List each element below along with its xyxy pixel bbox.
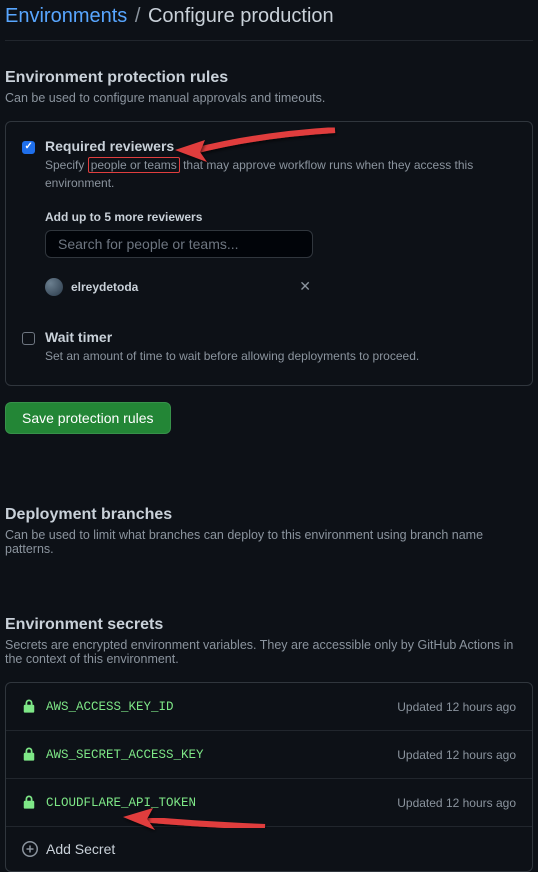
breadcrumb-current: Configure production — [148, 5, 334, 27]
wait-timer-checkbox[interactable] — [22, 332, 35, 345]
secrets-list: AWS_ACCESS_KEY_ID Updated 12 hours ago A… — [5, 682, 533, 872]
wait-timer-row: Wait timer Set an amount of time to wait… — [22, 329, 516, 365]
secret-name: CLOUDFLARE_API_TOKEN — [46, 796, 196, 810]
secret-name: AWS_ACCESS_KEY_ID — [46, 700, 174, 714]
reviewer-username: elreydetoda — [71, 280, 138, 294]
add-reviewers-hint: Add up to 5 more reviewers — [45, 210, 516, 224]
people-or-teams-highlight: people or teams — [88, 157, 180, 173]
remove-reviewer-icon[interactable]: ✕ — [297, 276, 313, 297]
avatar — [45, 278, 63, 296]
plus-circle-icon — [22, 841, 38, 857]
environment-secrets-subtitle: Secrets are encrypted environment variab… — [5, 638, 533, 666]
deployment-branches-title: Deployment branches — [5, 506, 533, 524]
secret-updated: Updated 12 hours ago — [397, 700, 516, 714]
required-reviewers-label: Required reviewers — [45, 138, 516, 154]
environment-secrets-title: Environment secrets — [5, 616, 533, 634]
lock-icon — [22, 699, 36, 714]
required-reviewers-desc: Specify people or teams that may approve… — [45, 156, 516, 192]
secret-updated: Updated 12 hours ago — [397, 748, 516, 762]
required-reviewers-row: Required reviewers Specify people or tea… — [22, 138, 516, 192]
protection-rules-box: Required reviewers Specify people or tea… — [5, 121, 533, 386]
reviewer-search-input[interactable] — [45, 230, 313, 258]
lock-icon — [22, 795, 36, 810]
secret-row: AWS_SECRET_ACCESS_KEY Updated 12 hours a… — [6, 731, 532, 779]
secret-name: AWS_SECRET_ACCESS_KEY — [46, 748, 204, 762]
wait-timer-label: Wait timer — [45, 329, 419, 345]
save-protection-rules-button[interactable]: Save protection rules — [5, 402, 171, 434]
reviewers-config: Add up to 5 more reviewers elreydetoda ✕ — [45, 210, 516, 297]
breadcrumb-separator: / — [135, 5, 141, 27]
required-reviewers-checkbox[interactable] — [22, 141, 35, 154]
secret-row: AWS_ACCESS_KEY_ID Updated 12 hours ago — [6, 683, 532, 731]
secret-updated: Updated 12 hours ago — [397, 796, 516, 810]
add-secret-button[interactable]: Add Secret — [6, 827, 532, 871]
deployment-branches-subtitle: Can be used to limit what branches can d… — [5, 528, 533, 556]
wait-timer-desc: Set an amount of time to wait before all… — [45, 347, 419, 365]
reviewer-item: elreydetoda ✕ — [45, 276, 313, 297]
lock-icon — [22, 747, 36, 762]
add-secret-label: Add Secret — [46, 841, 115, 857]
protection-rules-title: Environment protection rules — [5, 69, 533, 87]
breadcrumb-environments-link[interactable]: Environments — [5, 5, 127, 27]
breadcrumb: Environments / Configure production — [5, 0, 533, 41]
protection-rules-subtitle: Can be used to configure manual approval… — [5, 91, 533, 105]
secret-row: CLOUDFLARE_API_TOKEN Updated 12 hours ag… — [6, 779, 532, 827]
